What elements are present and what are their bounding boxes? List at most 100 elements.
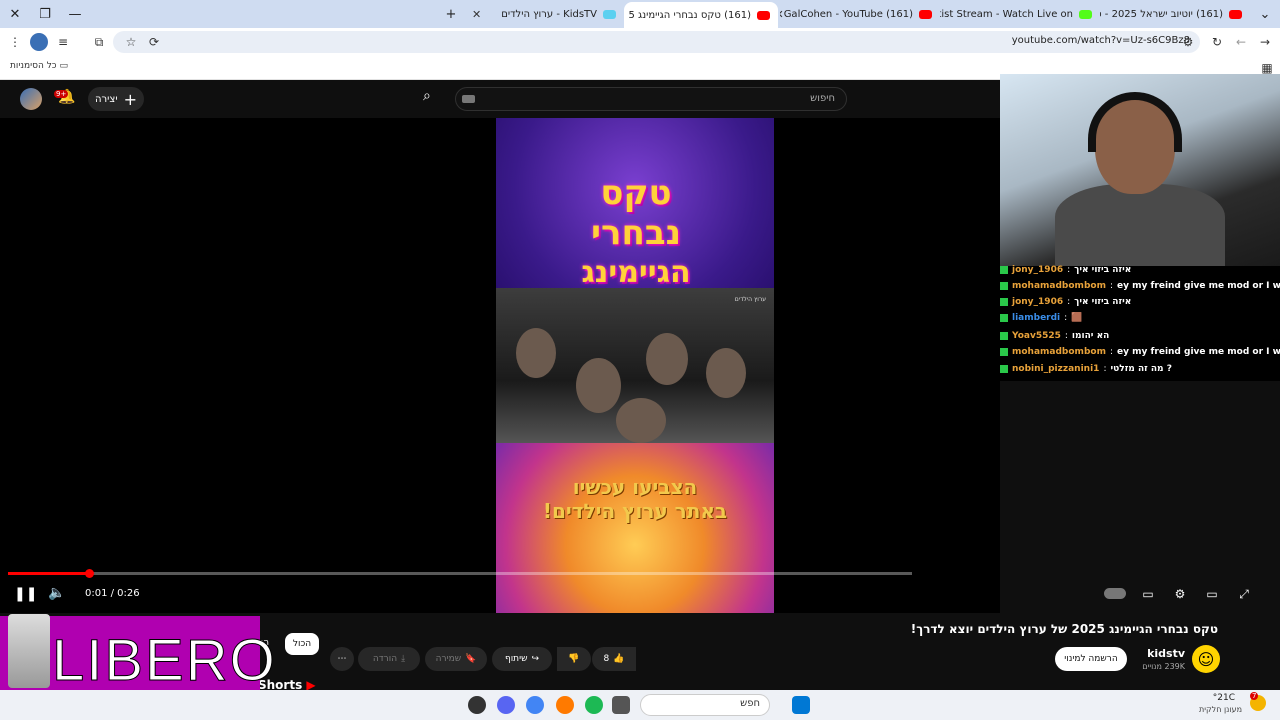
cta-line2: באתר ערוץ הילדים! — [542, 499, 728, 523]
like-count: 8 — [603, 654, 610, 664]
chat-username: mohamadbombom — [1012, 281, 1106, 291]
restore-window-icon[interactable]: ❐ — [30, 0, 60, 28]
crowd-person — [516, 328, 556, 378]
more-menu-icon[interactable]: ⋮ — [6, 33, 24, 51]
tab-galcohen[interactable]: (161) GalCohen - YouTube ✕ — [780, 3, 940, 25]
user-avatar[interactable] — [20, 88, 42, 110]
back-icon[interactable]: ← — [1232, 33, 1250, 51]
download-label: הורדה — [372, 654, 398, 664]
folder-icon: ▭ — [59, 61, 68, 71]
bookmark-icon: 🔖 — [465, 654, 477, 664]
chat-message: הא יהומו — [1071, 331, 1110, 341]
forward-icon[interactable]: → — [1256, 33, 1274, 51]
progress-bar[interactable] — [8, 572, 912, 575]
dislike-button[interactable]: 👎 — [557, 647, 591, 671]
taskbar-search-label: חפש — [740, 698, 760, 709]
chat-username: mohamadbombom — [1012, 347, 1106, 357]
chat-badge-icon — [1000, 298, 1008, 306]
thumbs-up-icon: 👍 — [613, 654, 625, 664]
theater-mode-icon[interactable]: ▭ — [1202, 586, 1222, 602]
save-button[interactable]: שמירה 🔖 — [425, 647, 487, 671]
progress-scrubber[interactable] — [85, 569, 94, 578]
all-bookmarks-button[interactable]: ▭ כל הסימניות — [10, 61, 68, 71]
youtube-favicon-icon — [1229, 9, 1242, 19]
bookmark-star-icon[interactable]: ☆ — [122, 33, 140, 51]
streamer-body — [1055, 184, 1225, 266]
weather-description: מעונן חלקית — [1198, 705, 1242, 714]
kidstv-favicon-icon — [603, 9, 616, 19]
reload-icon[interactable]: ↻ — [1208, 33, 1226, 51]
tab-search-icon[interactable]: ⌄ — [1250, 0, 1280, 28]
firefox-icon[interactable] — [556, 696, 574, 714]
search-icon[interactable]: ⌕ — [423, 88, 445, 110]
tab-label: (161) GalCohen - YouTube — [783, 8, 913, 20]
video-frame[interactable]: טקס נבחרי הגיימינג ערוץ הילדים הצביעו עכ… — [496, 118, 774, 613]
subscribe-button[interactable]: הרשמה למינוי — [1055, 647, 1127, 671]
share-button[interactable]: שיתוף ↪ — [492, 647, 552, 671]
thumbs-down-icon: 👎 — [568, 654, 580, 664]
kick-favicon-icon — [1079, 9, 1092, 19]
chat-line: nobini_pizzanini1: מה זה מזלטי ? — [1000, 361, 1280, 377]
new-tab-icon[interactable]: + — [436, 0, 466, 28]
youtube-favicon-icon — [757, 10, 770, 20]
tab-youtube-israel[interactable]: (161) יוטיוב ישראל 2025 - סרט — [1100, 3, 1250, 25]
more-actions-icon[interactable]: ⋯ — [330, 647, 354, 671]
close-window-icon[interactable]: ✕ — [0, 0, 30, 28]
extensions-icon[interactable]: ⧉ — [90, 33, 108, 51]
crowd-person — [646, 333, 688, 385]
app-icon[interactable] — [468, 696, 486, 714]
stream-webcam-overlay[interactable] — [1000, 74, 1280, 266]
all-bookmarks-label: כל הסימניות — [10, 61, 57, 71]
discord-icon[interactable] — [497, 696, 515, 714]
pause-icon[interactable]: ❚❚ — [14, 586, 37, 602]
create-button[interactable]: יצירה + — [88, 87, 144, 111]
autoplay-toggle[interactable] — [1104, 588, 1126, 599]
spotify-icon[interactable] — [585, 696, 603, 714]
site-info-icon[interactable]: ⚙ — [1179, 33, 1197, 51]
chrome-icon[interactable] — [526, 696, 544, 714]
channel-avatar[interactable]: ☺ — [1192, 645, 1220, 673]
tab-label: Shotist Stream - Watch Live on — [940, 8, 1073, 20]
chat-username: Yoav5525 — [1012, 331, 1061, 341]
tab-label: KidsTV - ערוץ הילדים — [501, 8, 597, 20]
progress-played — [8, 572, 89, 575]
fullscreen-icon[interactable]: ⤢ — [1234, 586, 1254, 602]
chat-message: איזה ביזוי איך — [1074, 297, 1132, 307]
channel-name[interactable]: kidstv — [1147, 647, 1185, 660]
search-input[interactable] — [455, 87, 847, 111]
settings-gear-icon[interactable]: ⚙ — [1170, 586, 1190, 602]
chat-badge-icon — [1000, 282, 1008, 290]
install-app-icon[interactable]: ⟳ — [145, 33, 163, 51]
chat-badge-icon — [1000, 348, 1008, 356]
chat-username: nobini_pizzanini1 — [1012, 364, 1100, 374]
chat-badge-icon — [1000, 266, 1008, 274]
download-button[interactable]: הורדה ⤓ — [358, 647, 420, 671]
file-explorer-icon[interactable] — [612, 696, 630, 714]
start-menu-icon[interactable] — [792, 696, 810, 714]
logo-line2: נבחרי — [591, 213, 681, 253]
close-tab-icon[interactable]: ✕ — [472, 8, 481, 21]
logo-line3: הגיימינג — [581, 255, 691, 290]
minimize-window-icon[interactable]: — — [60, 0, 90, 28]
crowd-person — [616, 398, 666, 443]
volume-icon[interactable]: 🔈 — [48, 585, 65, 601]
keyboard-icon[interactable] — [462, 95, 475, 103]
chip-all[interactable]: הכול — [285, 633, 319, 655]
tab-shotist-stream[interactable]: Shotist Stream - Watch Live on ✕ — [940, 3, 1100, 25]
youtube-favicon-icon — [919, 9, 932, 19]
like-button[interactable]: 8 👍 — [592, 647, 636, 671]
close-tab-icon[interactable]: ✕ — [780, 8, 784, 21]
crowd-person — [576, 358, 621, 413]
profile-avatar-icon[interactable] — [30, 33, 48, 51]
chat-message: מה זה מזלטי ? — [1110, 364, 1172, 374]
chat-line: jony_1906: איזה ביזוי איך — [1000, 294, 1280, 310]
video-logo: טקס נבחרי הגיימינג — [536, 173, 736, 290]
media-controls-icon[interactable]: ≡ — [54, 33, 72, 51]
subtitles-icon[interactable]: ▭ — [1138, 586, 1158, 602]
chat-message: איזה ביזוי איך — [1074, 265, 1132, 275]
create-label: יצירה — [95, 93, 118, 105]
tab-active-video[interactable]: (161) טקס נבחרי הגיימינג 5 🔊 ✕ — [624, 2, 778, 28]
tab-kidstv[interactable]: KidsTV - ערוץ הילדים ✕ — [464, 3, 624, 25]
headset-icon — [1088, 92, 1182, 152]
chat-line: liamberdi: 🟫 — [1000, 310, 1280, 326]
